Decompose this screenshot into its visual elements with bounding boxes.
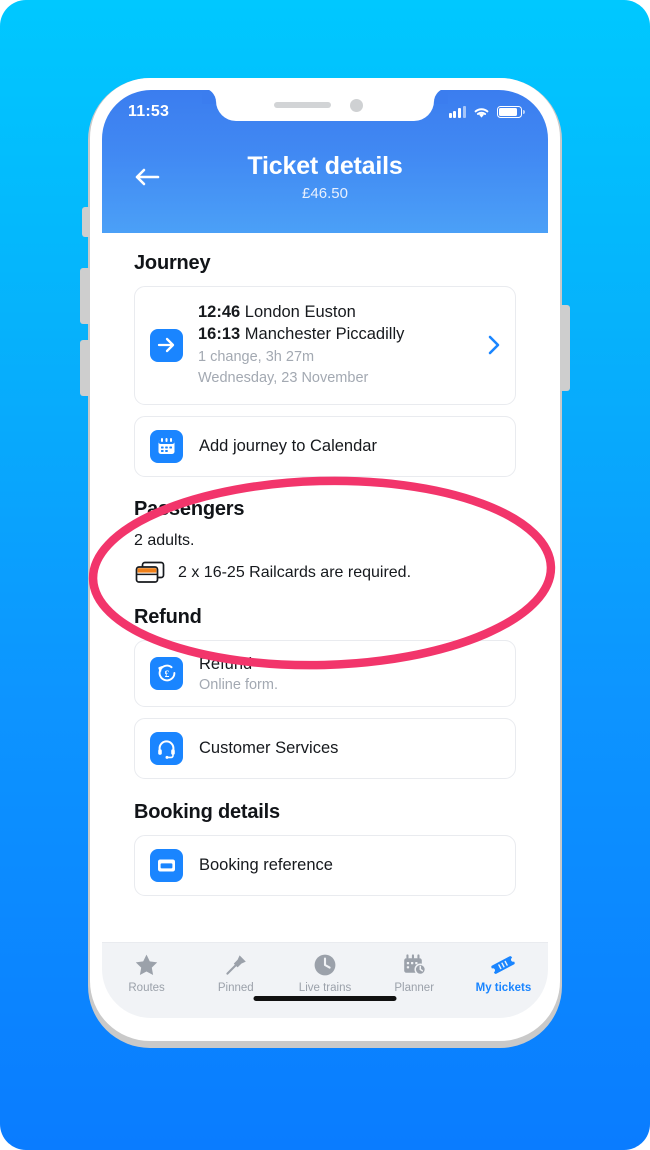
- customer-services-row[interactable]: Customer Services: [134, 718, 516, 780]
- bottom-tab-bar: Routes Pinned Live trains Planner My tic…: [102, 942, 548, 1018]
- tab-routes-label: Routes: [128, 982, 165, 994]
- status-icons: [448, 106, 525, 119]
- status-time: 11:53: [128, 103, 170, 120]
- refund-row[interactable]: £ Refund Online form.: [134, 639, 516, 708]
- section-title-passengers: Passengers: [134, 497, 245, 520]
- app-header: 11:53 Ticket details £46.50: [102, 90, 548, 233]
- journey-date: Wednesday, 23 November: [198, 370, 369, 387]
- journey-arrive-station: Manchester Piccadilly: [244, 324, 405, 343]
- journey-depart-row: 12:46 London Euston: [198, 302, 480, 324]
- section-title-booking: Booking details: [134, 801, 280, 824]
- clock-icon: [313, 952, 337, 977]
- journey-depart-time: 12:46: [198, 303, 241, 321]
- tab-planner-label: Planner: [394, 982, 435, 994]
- earpiece-speaker: [274, 102, 331, 108]
- railcard-requirement: 2 x 16-25 Railcards are required.: [134, 560, 516, 586]
- journey-detail: 1 change, 3h 27m: [198, 348, 315, 365]
- tab-my-tickets[interactable]: My tickets: [459, 952, 548, 994]
- battery-icon: [497, 106, 525, 118]
- journey-arrive-row: 16:13 Manchester Piccadilly: [198, 324, 480, 346]
- tab-live-trains-label: Live trains: [298, 982, 352, 994]
- refund-label: Refund: [199, 654, 253, 673]
- booking-reference-row[interactable]: Booking reference: [134, 835, 516, 897]
- chevron-right-icon[interactable]: [488, 335, 500, 355]
- tab-pinned[interactable]: Pinned: [191, 952, 280, 994]
- wifi-icon: [474, 107, 489, 118]
- customer-services-label: Customer Services: [199, 739, 339, 758]
- add-to-calendar-row[interactable]: Add journey to Calendar: [134, 415, 516, 477]
- journey-card[interactable]: 12:46 London Euston 16:13 Manchester Pic…: [134, 286, 516, 405]
- railcard-icon: [135, 561, 165, 583]
- home-indicator[interactable]: [253, 996, 397, 1001]
- journey-text: 12:46 London Euston 16:13 Manchester Pic…: [198, 302, 480, 389]
- page-title: Ticket details: [247, 152, 403, 180]
- screenshot-stage: 11:53 Ticket details £46.50 Journey 12:4…: [0, 0, 650, 1150]
- notch-ear-left: [202, 90, 216, 104]
- star-icon: [134, 952, 159, 977]
- phone-screen: 11:53 Ticket details £46.50 Journey 12:4…: [102, 90, 548, 1018]
- booking-reference-icon: [150, 849, 183, 883]
- phone-notch: [202, 90, 448, 121]
- add-to-calendar-label: Add journey to Calendar: [199, 436, 377, 455]
- calendar-icon: [150, 429, 183, 463]
- tab-pinned-label: Pinned: [217, 982, 254, 994]
- arrow-right-icon: [150, 328, 183, 362]
- journey-depart-station: London Euston: [244, 303, 356, 321]
- refund-pound-icon: £: [150, 656, 183, 690]
- refund-sub: Online form.: [199, 677, 278, 694]
- passenger-count: 2 adults.: [134, 531, 195, 549]
- section-title-refund: Refund: [134, 605, 202, 628]
- content-area: Journey 12:46 London Euston 16:13 Manche…: [102, 233, 548, 1018]
- notch-ear-right: [434, 90, 448, 104]
- headset-icon: [150, 732, 183, 766]
- journey-arrive-time: 16:13: [198, 324, 241, 343]
- tab-my-tickets-label: My tickets: [475, 982, 532, 994]
- front-camera-icon: [350, 99, 363, 112]
- railcard-label: 2 x 16-25 Railcards are required.: [178, 563, 412, 581]
- refund-text: Refund Online form.: [199, 654, 278, 694]
- section-title-journey: Journey: [134, 252, 211, 274]
- signal-bars-icon: [448, 106, 466, 118]
- tab-live-trains[interactable]: Live trains: [280, 952, 369, 994]
- booking-reference-label: Booking reference: [199, 856, 333, 875]
- svg-text:£: £: [164, 671, 169, 681]
- pin-icon: [224, 952, 248, 977]
- ticket-icon: [490, 952, 516, 977]
- tab-routes[interactable]: Routes: [102, 952, 191, 994]
- tab-planner[interactable]: Planner: [370, 952, 459, 994]
- planner-icon: [402, 952, 427, 977]
- phone-body: 11:53 Ticket details £46.50 Journey 12:4…: [90, 78, 560, 1041]
- ticket-price: £46.50: [302, 185, 348, 202]
